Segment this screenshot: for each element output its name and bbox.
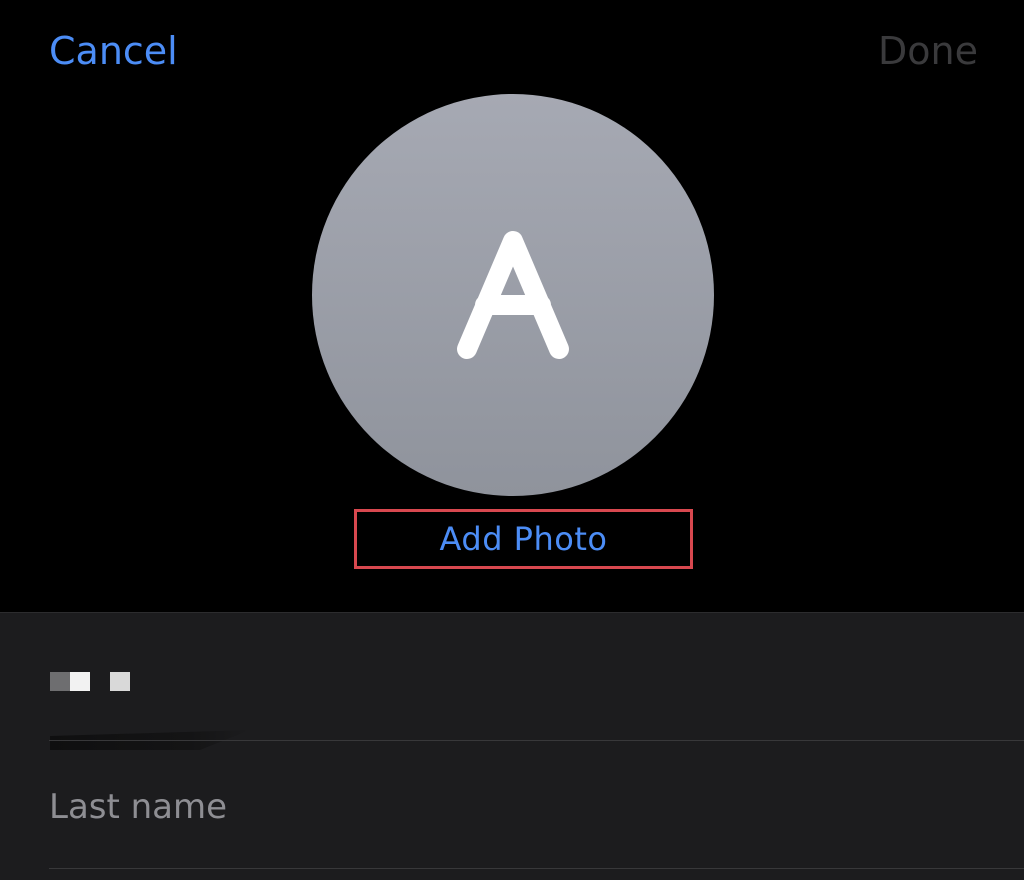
- redacted-name-block: [110, 672, 130, 691]
- done-button[interactable]: Done: [878, 28, 978, 74]
- first-name-field[interactable]: [0, 613, 1024, 750]
- last-name-field[interactable]: [49, 782, 949, 832]
- contact-form: [0, 612, 1024, 880]
- cancel-button[interactable]: Cancel: [49, 28, 178, 74]
- field-separator: [49, 740, 1024, 741]
- add-photo-button[interactable]: Add Photo: [354, 509, 693, 569]
- contact-avatar[interactable]: A: [312, 94, 714, 496]
- redacted-name-block: [50, 672, 70, 691]
- redacted-name-block: [70, 672, 90, 691]
- new-contact-screen: Cancel Done A Add Photo: [0, 0, 1024, 880]
- add-photo-label: Add Photo: [439, 520, 608, 558]
- field-separator: [49, 868, 1024, 869]
- avatar-initial: A: [312, 94, 714, 496]
- avatar-letter-icon: [457, 231, 569, 359]
